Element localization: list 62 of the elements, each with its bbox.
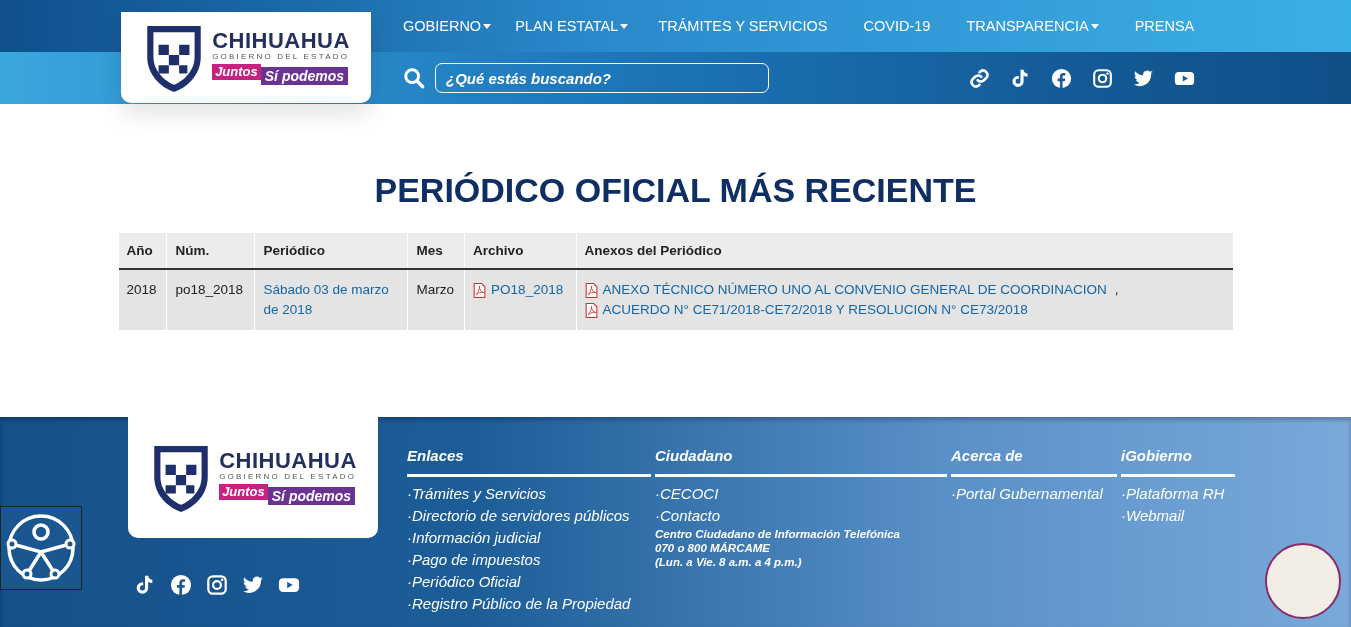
slogan-tag: Sí podemos	[260, 67, 349, 85]
pdf-file-icon	[473, 282, 487, 298]
search-field[interactable]: ¿Qué estás buscando?	[435, 63, 769, 93]
footer-link[interactable]: ·Contacto	[655, 505, 947, 527]
nav-link[interactable]: PRENSA	[1134, 18, 1195, 34]
slogan-tag: Juntos	[219, 484, 268, 500]
nav-link[interactable]: TRÁMITES Y SERVICIOS	[658, 18, 828, 34]
logo-wordmark: CHIHUAHUA	[212, 30, 350, 52]
twitter-icon[interactable]	[242, 574, 264, 596]
footer-heading: Ciudadano	[655, 447, 947, 477]
footer-link[interactable]: ·Trámites y Servicios	[407, 483, 651, 505]
annex-link[interactable]: ANEXO TÉCNICO NÚMERO UNO AL CONVENIO GENERAL DE COORDINACION	[602, 280, 1107, 300]
slogan-tag: Sí podemos	[267, 487, 356, 505]
link-icon[interactable]	[969, 67, 990, 89]
footer-link[interactable]: ·Información judicial	[407, 527, 651, 549]
footer-heading: iGobierno	[1121, 447, 1235, 477]
slogan-tag: Juntos	[212, 64, 261, 80]
nav-link[interactable]: COVID-19	[863, 18, 931, 34]
table-cell: 2018	[126, 282, 157, 297]
contact-note: Centro Ciudadano de Información Telefónica	[655, 527, 901, 541]
logo-card[interactable]: CHIHUAHUA GOBIERNO DEL ESTADO Juntos Sí podemos	[128, 417, 378, 538]
footer-link[interactable]: ·Registro Público de la Propiedad	[407, 593, 651, 615]
contact-note: (Lun. a Vie. 8 a.m. a 4 p.m.)	[655, 555, 803, 569]
footer-link[interactable]: ·Plataforma RH	[1121, 483, 1235, 505]
annex-link[interactable]: ACUERDO N° CE71/2018-CE72/2018 Y RESOLUCION N° CE73/2018	[602, 300, 1028, 320]
instagram-icon[interactable]	[1092, 67, 1113, 89]
table-cell: po18_2018	[175, 282, 243, 297]
accessibility-button[interactable]	[0, 506, 82, 590]
facebook-icon[interactable]	[170, 574, 192, 596]
twitter-icon[interactable]	[1133, 67, 1154, 89]
column-header: Anexos del Periódico	[576, 233, 1233, 269]
nav-link[interactable]: GOBIERNO	[403, 18, 492, 34]
page-title: PERIÓDICO OFICIAL MÁS RECIENTE	[374, 172, 977, 208]
column-header: Año	[118, 233, 167, 269]
footer-link[interactable]: ·Pago de impuestos	[407, 549, 651, 571]
footer-link[interactable]: ·Webmail	[1121, 505, 1235, 527]
footer-link[interactable]: ·CECOCI	[655, 483, 947, 505]
instagram-icon[interactable]	[206, 574, 228, 596]
logo-card[interactable]: CHIHUAHUA GOBIERNO DEL ESTADO Juntos Sí podemos	[121, 12, 371, 103]
nav-link[interactable]: PLAN ESTATAL	[515, 18, 629, 34]
column-header: Núm.	[166, 233, 255, 269]
logo-subtitle: GOBIERNO DEL ESTADO	[212, 52, 350, 62]
facebook-icon[interactable]	[1051, 67, 1072, 89]
separator-text: ,	[1114, 281, 1119, 299]
tiktok-icon[interactable]	[1010, 67, 1031, 89]
column-header: Periódico	[254, 233, 408, 269]
nav-link[interactable]: TRANSPARENCIA	[966, 18, 1099, 34]
footer-heading: Enlaces	[407, 447, 651, 477]
search-icon[interactable]	[403, 67, 425, 89]
footer-link[interactable]: ·Periódico Oficial	[407, 571, 651, 593]
column-header: Archivo	[464, 233, 576, 269]
contact-note: 070 o 800 MÁRCAME	[655, 541, 772, 555]
logo-wordmark: CHIHUAHUA	[219, 450, 357, 472]
table-cell: Marzo	[416, 282, 454, 297]
pdf-file-icon	[584, 282, 598, 298]
column-header: Mes	[407, 233, 465, 269]
footer-link[interactable]: ·Directorio de servidores públicos	[407, 505, 651, 527]
accessibility-icon	[4, 511, 78, 585]
footer-heading: Acerca de	[951, 447, 1117, 477]
pdf-file-icon	[584, 302, 598, 318]
logo-subtitle: GOBIERNO DEL ESTADO	[219, 472, 357, 482]
footer-link[interactable]: ·Portal Gubernamental	[951, 483, 1117, 505]
